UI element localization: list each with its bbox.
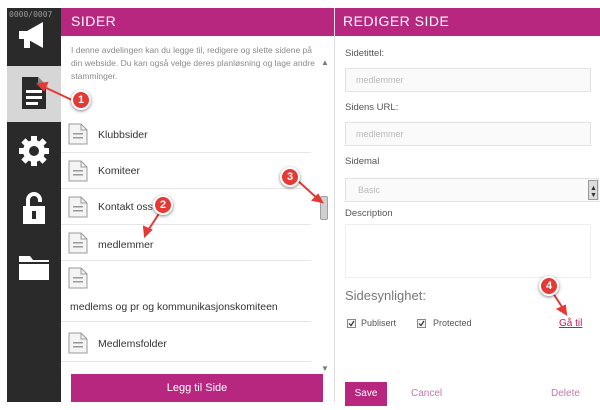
page-label: Klubbsider (98, 129, 148, 141)
page-icon (68, 123, 88, 145)
page-title-input[interactable]: medlemmer (345, 68, 591, 92)
gear-icon (19, 136, 49, 166)
delete-button[interactable]: Delete (551, 388, 580, 399)
published-checkbox[interactable] (347, 319, 356, 328)
template-select[interactable]: Basic ▲ ▼ (345, 178, 599, 202)
document-icon (22, 77, 46, 109)
rail-tab-access[interactable] (7, 182, 61, 238)
published-label: Publisert (361, 318, 397, 328)
page-label: medlems og pr og kommunikasjonskomiteen (70, 301, 278, 313)
description-textarea[interactable] (345, 224, 591, 278)
screenshot-stage: 0000/0007 SIDER I denne avdelingen kan d… (0, 0, 600, 410)
page-url-label: Sidens URL: (345, 102, 399, 113)
save-button[interactable]: Save (345, 382, 387, 406)
page-list-item[interactable]: Klubbsider (61, 116, 311, 153)
unlock-icon (23, 192, 45, 224)
cancel-button[interactable]: Cancel (411, 388, 442, 399)
pages-panel-header: SIDER (61, 8, 334, 36)
rail-tab-announcements[interactable]: 0000/0007 (7, 8, 61, 64)
rail-tab-settings[interactable] (7, 124, 61, 180)
scroll-up-arrow-icon[interactable]: ▲ (321, 58, 329, 67)
page-list-item[interactable]: Medlemsfolder (61, 322, 311, 362)
page-list-item[interactable]: Kontakt oss (61, 189, 311, 225)
checkmark-icon (418, 320, 425, 327)
select-arrow-icon[interactable]: ▲ ▼ (588, 180, 598, 200)
pages-panel-title: SIDER (71, 13, 117, 29)
icon-rail: 0000/0007 (7, 8, 61, 402)
page-title-label: Sidetittel: (345, 48, 385, 59)
pages-panel: SIDER I denne avdelingen kan du legge ti… (61, 8, 334, 402)
rail-tab-pages[interactable] (7, 66, 61, 122)
rail-tab-files[interactable] (7, 240, 61, 296)
scroll-down-arrow-icon[interactable]: ▼ (321, 364, 329, 373)
goto-page-link[interactable]: Gå til (559, 318, 582, 329)
checkmark-icon (348, 320, 355, 327)
annotation-marker-1: 1 (71, 90, 91, 110)
annotation-marker-2: 2 (153, 195, 173, 215)
edit-page-panel: REDIGER SIDE Sidetittel: medlemmer Siden… (334, 8, 600, 406)
annotation-marker-4: 4 (539, 276, 559, 296)
page-icon (68, 196, 88, 218)
pages-panel-description: I denne avdelingen kan du legge til, red… (71, 45, 315, 81)
page-list-item[interactable]: Komiteer (61, 153, 311, 189)
megaphone-icon (19, 22, 43, 48)
edit-page-panel-title: REDIGER SIDE (343, 13, 450, 29)
template-label: Sidemal (345, 156, 380, 167)
protected-checkbox[interactable] (417, 319, 426, 328)
visibility-heading: Sidesynlighet: (345, 288, 426, 303)
page-icon (68, 267, 88, 289)
template-select-value: Basic (358, 185, 381, 195)
page-list-item[interactable]: medlems og pr og kommunikasjonskomiteen (61, 261, 311, 322)
page-icon (68, 160, 88, 182)
page-label: Medlemsfolder (98, 338, 167, 350)
scrollbar-thumb[interactable] (320, 196, 328, 220)
page-label: medlemmer (98, 239, 154, 251)
page-label: Komiteer (98, 165, 141, 177)
edit-page-panel-header: REDIGER SIDE (335, 8, 600, 36)
page-url-input[interactable]: medlemmer (345, 122, 591, 146)
page-list-item-selected[interactable]: medlemmer (61, 225, 311, 261)
protected-label: Protected (433, 318, 472, 328)
folder-icon (19, 256, 49, 280)
page-icon (68, 332, 88, 354)
page-icon (68, 232, 88, 254)
annotation-marker-3: 3 (280, 167, 300, 187)
page-label: Kontakt oss (98, 201, 153, 213)
add-page-button[interactable]: Legg til Side (71, 374, 323, 402)
description-label: Description (345, 208, 393, 219)
